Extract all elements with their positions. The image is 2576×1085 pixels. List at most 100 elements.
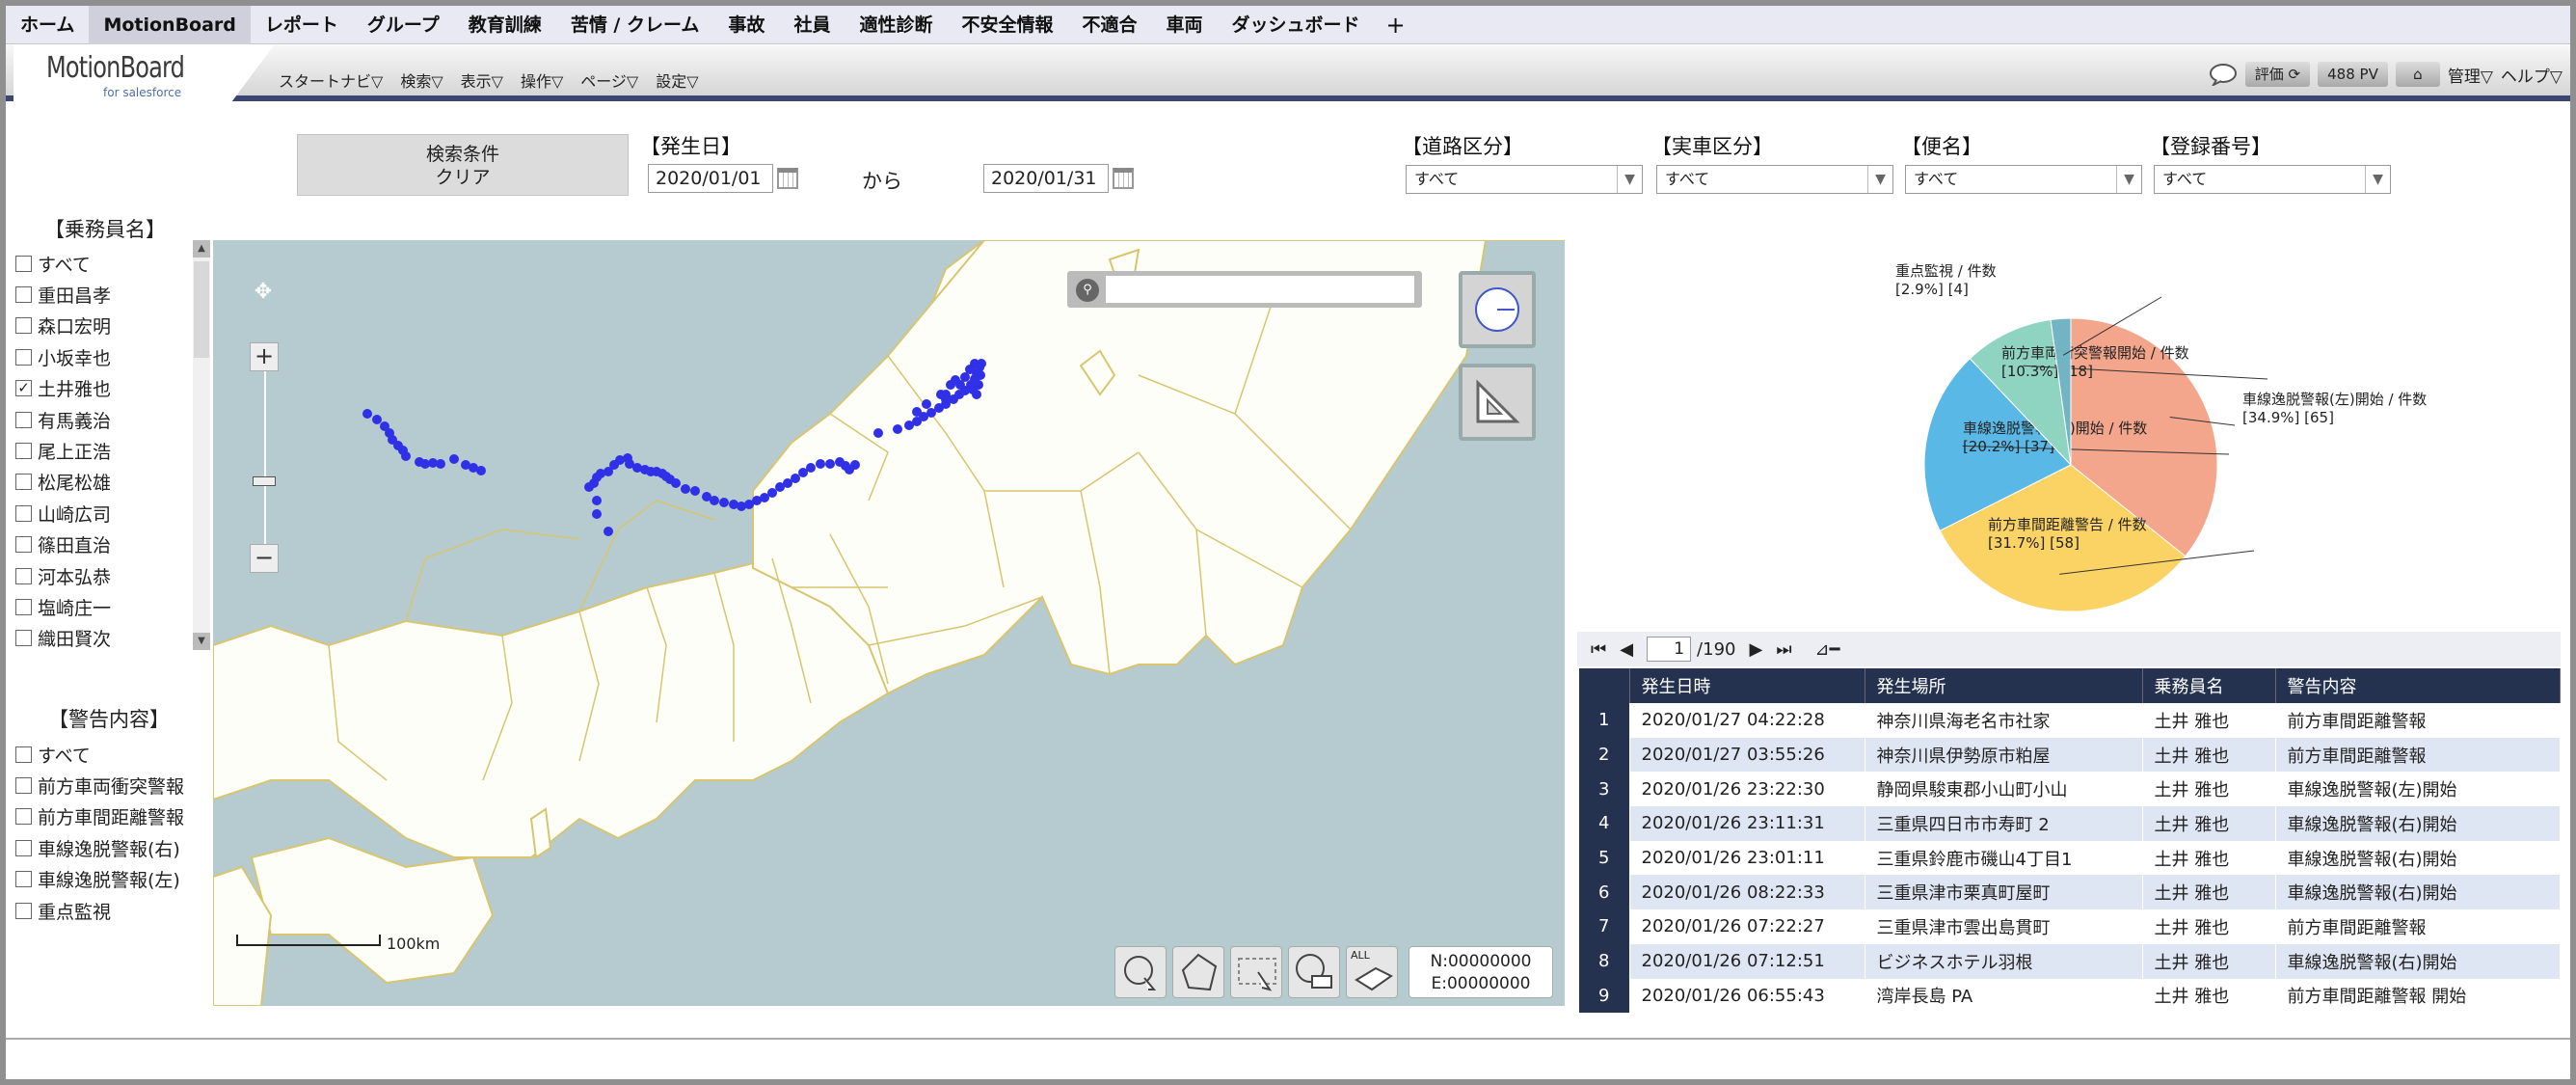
crew-checkbox-row[interactable]: すべて [15, 248, 111, 279]
crew-checkbox-row[interactable]: 山崎広司 [15, 498, 111, 529]
checkbox[interactable] [15, 902, 32, 919]
date-to-input[interactable]: 2020/01/31 [983, 164, 1109, 193]
road-select[interactable]: すべて ▼ [1406, 165, 1643, 194]
event-marker[interactable] [946, 380, 955, 390]
crew-checkbox-row[interactable]: 有馬義治 [15, 404, 111, 435]
event-marker[interactable] [401, 451, 411, 461]
measure-tool-button[interactable] [1459, 364, 1536, 441]
tab-staff[interactable]: 社員 [779, 6, 845, 44]
map[interactable]: ⚲ ✥ + − 100km ALL N:00000000 E:00000000 [213, 240, 1565, 1006]
tab-aptitude[interactable]: 適性診断 [845, 6, 947, 44]
event-marker[interactable] [719, 498, 729, 507]
checkbox[interactable] [15, 474, 32, 491]
checkbox[interactable] [15, 443, 32, 460]
table-row[interactable]: 8 2020/01/26 07:12:51 ビジネスホテル羽根 土井 雅也 車線逸脱警報… [1579, 943, 2561, 979]
tab-nonconformity[interactable]: 不適合 [1067, 6, 1151, 44]
map-search-input[interactable] [1106, 276, 1414, 303]
event-marker[interactable] [592, 509, 602, 519]
event-marker[interactable] [690, 486, 700, 496]
event-marker[interactable] [791, 474, 800, 483]
menu-operation[interactable]: 操作▽ [521, 68, 563, 92]
table-row[interactable]: 2 2020/01/27 03:55:26 神奈川県伊勢原市粕屋 土井 雅也 前方車間距… [1579, 737, 2561, 773]
menu-view[interactable]: 表示▽ [461, 68, 503, 92]
map-search[interactable]: ⚲ [1067, 271, 1422, 308]
checkbox[interactable] [15, 871, 32, 888]
event-marker[interactable] [671, 478, 681, 488]
table-row[interactable]: 9 2020/01/26 06:55:43 湾岸長島 PA 土井 雅也 前方車間距離警報… [1579, 978, 2561, 1014]
warn-checkbox-row[interactable]: 車線逸脱警報(左) [15, 864, 184, 895]
event-marker[interactable] [710, 496, 719, 505]
scroll-up-icon[interactable]: ▲ [193, 240, 210, 258]
pan-control-icon[interactable]: ✥ [236, 265, 290, 319]
event-marker[interactable] [681, 484, 690, 494]
warn-checkbox-row[interactable]: すべて [15, 739, 184, 770]
menu-settings[interactable]: 設定▽ [656, 68, 698, 92]
page-input[interactable]: 1 [1647, 637, 1692, 662]
admin-menu[interactable]: 管理▽ [2448, 63, 2493, 87]
event-marker[interactable] [816, 459, 825, 469]
warn-checkbox-row[interactable]: 前方車両衝突警報 [15, 770, 184, 800]
checkbox[interactable] [15, 839, 32, 856]
table-row[interactable]: 1 2020/01/27 04:22:28 神奈川県海老名市社家 土井 雅也 前方車間距… [1579, 703, 2561, 738]
map-canvas[interactable] [213, 240, 1565, 1006]
checkbox[interactable] [15, 777, 32, 795]
select-all-icon[interactable]: ALL [1346, 946, 1398, 998]
crew-checkbox-row[interactable]: ✓ 土井雅也 [15, 373, 111, 404]
checkbox[interactable] [15, 348, 32, 366]
crew-checkbox-row[interactable]: 小坂幸也 [15, 341, 111, 372]
calendar-icon[interactable] [777, 168, 798, 189]
col-warning[interactable]: 警告内容 [2275, 668, 2561, 703]
reg-select[interactable]: すべて ▼ [2154, 165, 2391, 194]
table-row[interactable]: 7 2020/01/26 07:22:27 三重県津市雲出島貫町 土井 雅也 前方車間距… [1579, 909, 2561, 944]
tab-report[interactable]: レポート [251, 6, 353, 44]
crew-checkbox-row[interactable]: 森口宏明 [15, 311, 111, 341]
checkbox[interactable] [15, 286, 32, 304]
crew-checkbox-row[interactable]: 松尾松雄 [15, 467, 111, 498]
checkbox[interactable] [15, 808, 32, 826]
tab-accident[interactable]: 事故 [713, 6, 779, 44]
crew-checkbox-row[interactable]: 河本弘恭 [15, 560, 111, 591]
vehicle-select[interactable]: すべて ▼ [1656, 165, 1893, 194]
checkbox[interactable] [15, 567, 32, 584]
menu-search[interactable]: 検索▽ [400, 68, 443, 92]
checkbox[interactable] [15, 317, 32, 335]
scroll-down-icon[interactable]: ▼ [193, 633, 210, 650]
tab-home[interactable]: ホーム [6, 6, 89, 44]
rect-select-icon[interactable] [1230, 946, 1282, 998]
crew-checkbox-row[interactable]: 塩崎庄一 [15, 591, 111, 622]
tab-vehicle[interactable]: 車両 [1152, 6, 1218, 44]
checkbox[interactable] [15, 536, 32, 554]
crew-checkbox-row[interactable]: 尾上正浩 [15, 435, 111, 466]
checkbox[interactable] [15, 746, 32, 763]
first-page-icon[interactable]: ⏮ [1591, 639, 1606, 660]
event-marker[interactable] [825, 459, 835, 469]
menu-start-navi[interactable]: スタートナビ▽ [279, 68, 383, 92]
table-row[interactable]: 6 2020/01/26 08:22:33 三重県津市栗真町屋町 土井 雅也 車線逸脱警… [1579, 875, 2561, 910]
crew-checkbox-row[interactable]: 重田昌孝 [15, 279, 111, 310]
event-marker[interactable] [976, 370, 985, 380]
next-page-icon[interactable]: ▶ [1749, 639, 1762, 660]
table-row[interactable]: 4 2020/01/26 23:11:31 三重県四日市市寿町 2 土井 雅也 車線逸脱… [1579, 806, 2561, 841]
circle-select-icon[interactable] [1288, 946, 1340, 998]
tab-complaint[interactable]: 苦情 / クレーム [556, 6, 714, 44]
tab-group[interactable]: グループ [353, 6, 454, 44]
prev-page-icon[interactable]: ◀ [1620, 639, 1633, 660]
circle-tool-button[interactable] [1459, 271, 1536, 348]
col-location[interactable]: 発生場所 [1865, 668, 2143, 703]
checkbox[interactable] [15, 255, 32, 272]
event-marker[interactable] [850, 460, 860, 470]
checkbox[interactable] [15, 504, 32, 522]
event-marker[interactable] [873, 428, 883, 438]
event-marker[interactable] [436, 459, 445, 469]
event-marker[interactable] [592, 496, 602, 505]
menu-page[interactable]: ページ▽ [580, 68, 638, 92]
comment-icon[interactable] [2209, 63, 2238, 86]
col-crew[interactable]: 乗務員名 [2142, 668, 2276, 703]
add-tab-button[interactable]: + [1375, 6, 1417, 44]
event-marker[interactable] [476, 466, 486, 475]
checkbox[interactable] [15, 411, 32, 428]
last-page-icon[interactable]: ⏭ [1776, 639, 1791, 660]
event-marker[interactable] [449, 454, 459, 464]
tab-dashboard[interactable]: ダッシュボード [1218, 6, 1375, 44]
date-from-input[interactable]: 2020/01/01 [648, 164, 773, 193]
